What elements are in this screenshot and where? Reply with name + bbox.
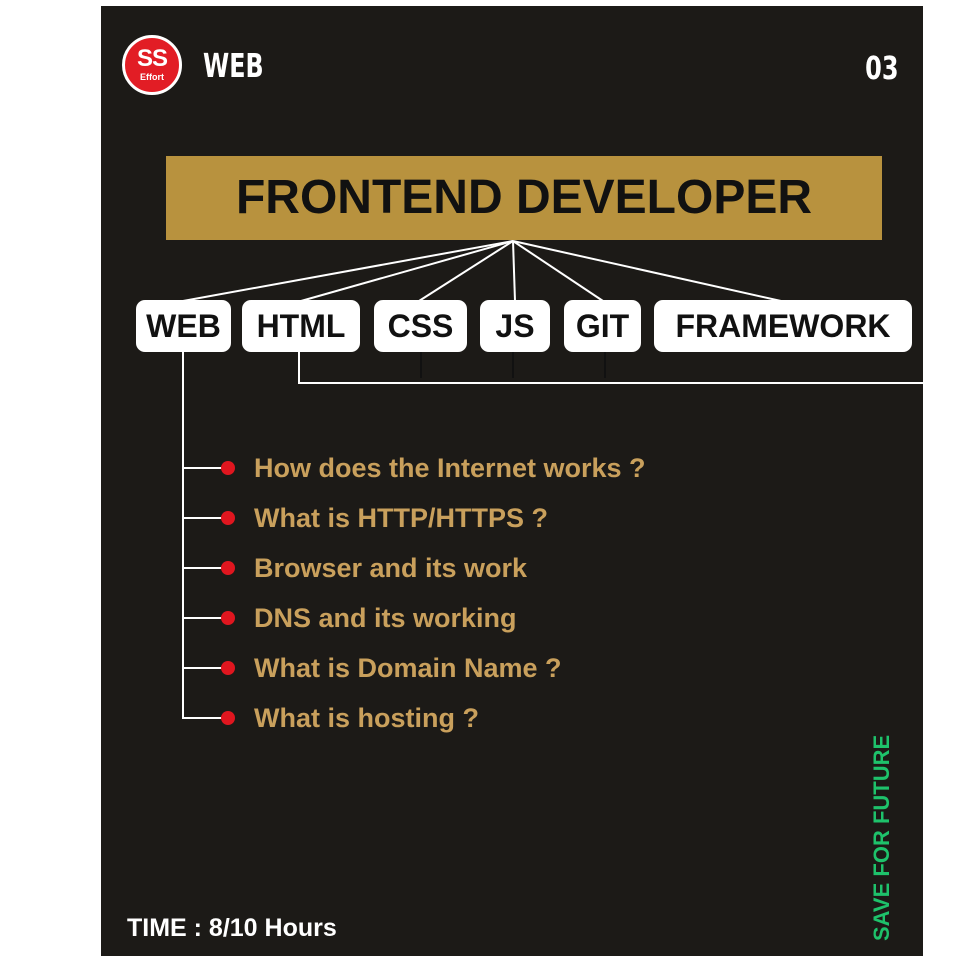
tag-css: CSS (374, 300, 467, 352)
save-for-future-label: SAVE FOR FUTURE (869, 734, 894, 941)
roadmap-card: SS Effort WEB 03 FRONTEND DEVELOPER WEB … (101, 6, 923, 956)
fan-line-web (182, 240, 514, 302)
fan-line-git (512, 240, 604, 302)
page-title: FRONTEND DEVELOPER (166, 156, 882, 240)
bullet-dot (221, 561, 235, 575)
tag-web: WEB (136, 300, 231, 352)
tag-git: GIT (564, 300, 641, 352)
bullet-dot (221, 711, 235, 725)
fan-line-js (512, 240, 516, 302)
topic-item: How does the Internet works ? (254, 453, 646, 483)
bullet-dot (221, 661, 235, 675)
bullet-dot (221, 461, 235, 475)
topic-item: Browser and its work (254, 553, 528, 583)
tags-bracket (298, 352, 923, 384)
tag-framework: FRAMEWORK (654, 300, 912, 352)
tag-js: JS (480, 300, 550, 352)
tag-html: HTML (242, 300, 360, 352)
time-estimate: TIME : 8/10 Hours (127, 914, 337, 942)
topic-item: What is hosting ? (254, 703, 479, 733)
topic-branches (183, 461, 235, 725)
topic-item: DNS and its working (254, 603, 517, 633)
fan-line-html (300, 240, 514, 302)
bullet-dot (221, 511, 235, 525)
bullet-dot (221, 611, 235, 625)
fan-line-framework (512, 240, 782, 302)
topic-item: What is Domain Name ? (254, 653, 562, 683)
topic-item: What is HTTP/HTTPS ? (254, 503, 548, 533)
